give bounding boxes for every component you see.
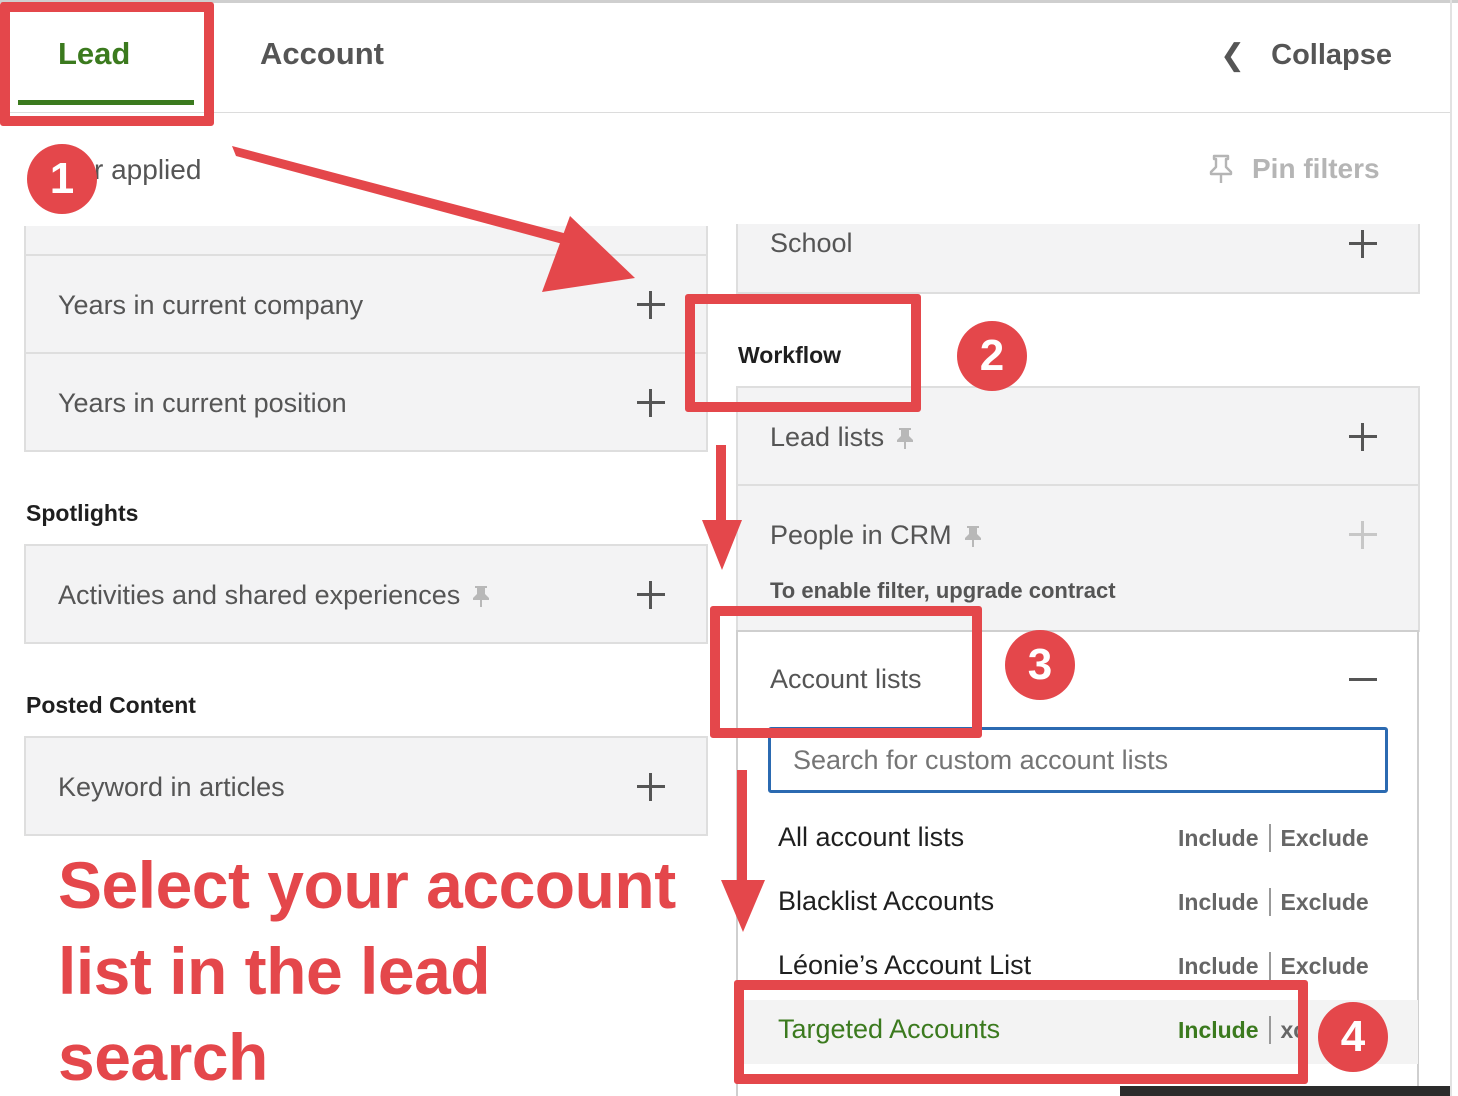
arrow-2-head	[702, 520, 742, 570]
step-badge-2: 2	[957, 321, 1027, 391]
arrow-1-head	[542, 216, 635, 292]
step-badge-3: 3	[1005, 630, 1075, 700]
step-badge-1: 1	[27, 144, 97, 214]
arrow-3-head	[721, 880, 765, 932]
step-badge-4: 4	[1318, 1002, 1388, 1072]
arrow-1-shaft	[232, 146, 575, 246]
instruction-caption: Select your account list in the lead sea…	[58, 848, 676, 1094]
arrow-2-shaft	[716, 445, 726, 520]
arrow-3-shaft	[737, 770, 747, 880]
